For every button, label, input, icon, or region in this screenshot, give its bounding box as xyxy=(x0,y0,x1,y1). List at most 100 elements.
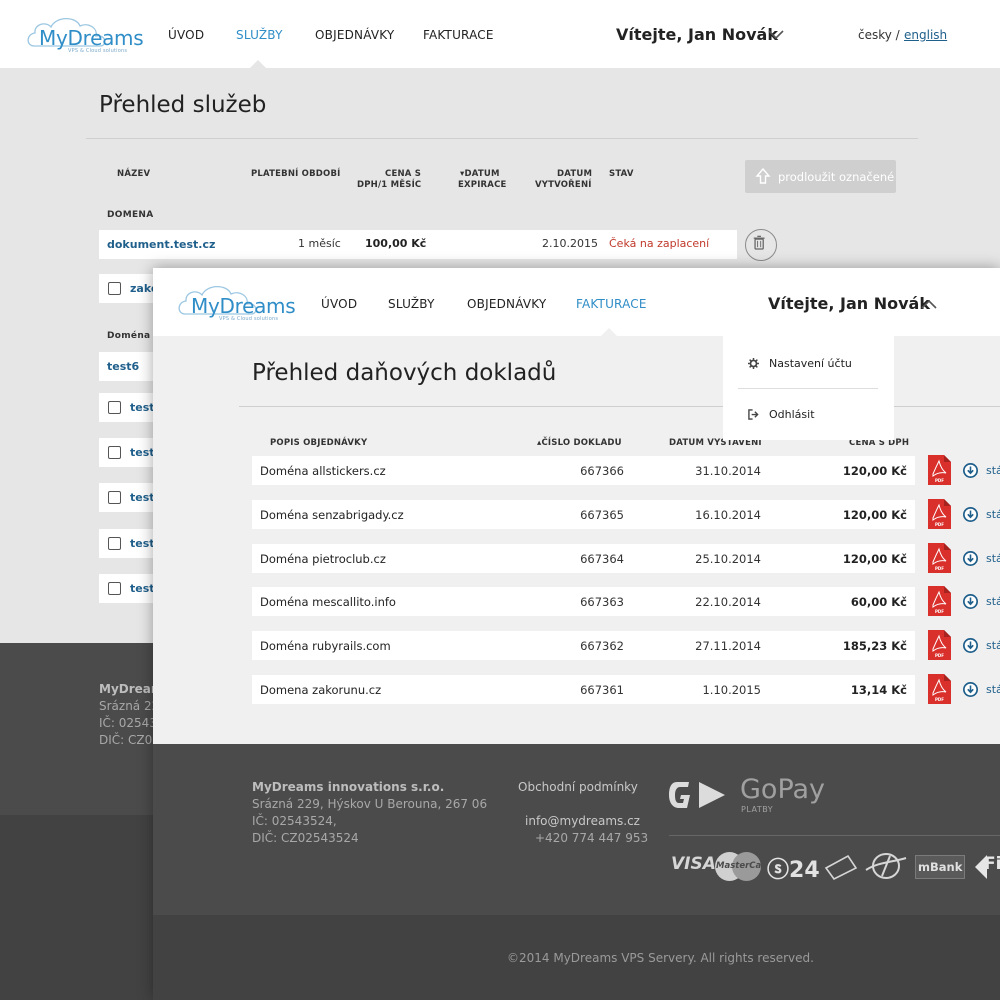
invoice-row[interactable]: Doména pietroclub.cz 667364 25.10.2014 120,… xyxy=(252,544,915,573)
row-checkbox[interactable] xyxy=(108,282,121,295)
download-icon[interactable] xyxy=(963,682,978,697)
pdf-icon[interactable]: PDF xyxy=(928,674,951,704)
download-icon[interactable] xyxy=(963,507,978,522)
footer-terms-link[interactable]: Obchodní podmínky xyxy=(518,779,638,796)
table-row[interactable]: test xyxy=(99,574,159,603)
invoice-number: 667361 xyxy=(580,683,624,697)
nav-uvod[interactable]: ÚVOD xyxy=(321,297,357,311)
download-link[interactable]: stá xyxy=(986,639,1000,652)
mbank-logo: mBank xyxy=(915,855,965,879)
service-name[interactable]: test xyxy=(130,491,155,504)
table-row[interactable]: test xyxy=(99,438,159,467)
invoice-price: 120,00 Kč xyxy=(842,508,907,522)
download-link[interactable]: stá xyxy=(986,508,1000,521)
trash-icon[interactable] xyxy=(745,229,777,261)
download-icon[interactable] xyxy=(963,638,978,653)
mydreams-logo[interactable]: MyDreams VPS & Cloud solutions xyxy=(177,280,296,322)
invoice-row[interactable]: Doména mescallito.info 667363 22.10.2014 60… xyxy=(252,587,915,616)
th-created-2[interactable]: VYTVOŘENÍ xyxy=(535,180,592,191)
service-status: Čeká na zaplacení xyxy=(609,237,710,250)
footer-dic: DIČ: CZ02543524 xyxy=(252,831,359,845)
footer-company: MyDreams innovations s.r.o. xyxy=(252,780,445,794)
service-price: 100,00 Kč xyxy=(365,237,427,250)
table-row[interactable]: dokument.test.cz 1 měsíc 100,00 Kč 2.10.… xyxy=(99,230,737,259)
nav-fakturace[interactable]: FAKTURACE xyxy=(576,297,647,311)
table-row[interactable]: zako xyxy=(99,274,159,303)
invoice-price: 120,00 Kč xyxy=(842,464,907,478)
pdf-icon[interactable]: PDF xyxy=(928,499,951,529)
th-period[interactable]: PLATEBNÍ OBDOBÍ xyxy=(251,169,341,180)
nav-objednavky[interactable]: OBJEDNÁVKY xyxy=(467,297,546,311)
service-name[interactable]: test xyxy=(130,537,155,550)
logo-tagline: VPS & Cloud solutions xyxy=(219,316,279,322)
menu-logout[interactable]: Odhlásit xyxy=(769,408,815,421)
service-name[interactable]: test xyxy=(130,446,155,459)
pdf-icon[interactable]: PDF xyxy=(928,586,951,616)
th-invoice-number[interactable]: ▴ČÍSLO DOKLADU xyxy=(537,438,622,449)
invoice-date: 22.10.2014 xyxy=(695,595,761,609)
download-icon[interactable] xyxy=(963,551,978,566)
row-checkbox[interactable] xyxy=(108,446,121,459)
table-row[interactable]: test6 xyxy=(99,352,159,381)
mydreams-logo[interactable]: MyDreams VPS & Cloud solutions xyxy=(26,12,144,54)
th-order-desc[interactable]: POPIS OBJEDNÁVKY xyxy=(270,438,367,449)
th-expiry-2[interactable]: EXPIRACE xyxy=(458,180,507,191)
lang-en[interactable]: english xyxy=(904,28,947,42)
nav-objednavky[interactable]: OBJEDNÁVKY xyxy=(315,28,394,42)
download-link[interactable]: stá xyxy=(986,552,1000,565)
welcome-user[interactable]: Vítejte, Jan Novák xyxy=(768,294,930,313)
invoice-desc: Doména senzabrigady.cz xyxy=(260,508,404,522)
th-created-1[interactable]: DATUM xyxy=(557,169,592,180)
download-link[interactable]: stá xyxy=(986,464,1000,477)
chevron-up-icon[interactable] xyxy=(921,299,937,309)
upload-arrow-icon xyxy=(755,168,771,184)
footer-email-link[interactable]: info@mydreams.cz xyxy=(525,813,640,830)
row-checkbox[interactable] xyxy=(108,401,121,414)
invoice-desc: Doména pietroclub.cz xyxy=(260,552,386,566)
pdf-icon[interactable]: PDF xyxy=(928,630,951,660)
service-name[interactable]: dokument.test.cz xyxy=(107,238,215,251)
logout-icon xyxy=(748,409,759,420)
nav-sluzby[interactable]: SLUŽBY xyxy=(236,28,283,42)
th-price-2[interactable]: DPH/1 MĚSÍC xyxy=(357,180,421,191)
front-footer: MyDreams innovations s.r.o. Srázná 229, … xyxy=(153,744,1000,915)
row-checkbox[interactable] xyxy=(108,582,121,595)
download-icon[interactable] xyxy=(963,463,978,478)
download-link[interactable]: stá xyxy=(986,683,1000,696)
th-expiry-1[interactable]: ▾DATUM xyxy=(460,169,500,180)
row-checkbox[interactable] xyxy=(108,491,121,504)
gopay-logo-icon xyxy=(669,782,725,808)
lang-cz[interactable]: česky / xyxy=(858,28,900,42)
th-price-1[interactable]: CENA S xyxy=(385,169,421,180)
invoice-row[interactable]: Doména rubyrails.com 667362 27.11.2014 185,… xyxy=(252,631,915,660)
invoice-desc: Doména allstickers.cz xyxy=(260,464,386,478)
chevron-down-icon[interactable] xyxy=(768,30,784,40)
table-row[interactable]: test xyxy=(99,393,159,422)
extend-selected-button[interactable]: prodloužit označené xyxy=(745,160,896,193)
invoice-row[interactable]: Doména allstickers.cz 667366 31.10.2014 120… xyxy=(252,456,915,485)
welcome-user[interactable]: Vítejte, Jan Novák xyxy=(616,25,778,44)
service-name[interactable]: test xyxy=(130,582,155,595)
fio-logo: Fi xyxy=(984,854,1000,874)
th-name[interactable]: NÁZEV xyxy=(117,169,150,180)
download-link[interactable]: stá xyxy=(986,595,1000,608)
title-divider xyxy=(86,138,918,139)
copyright-text: ©2014 MyDreams VPS Servery. All rights r… xyxy=(507,951,814,965)
download-icon[interactable] xyxy=(963,594,978,609)
service-name[interactable]: test6 xyxy=(107,360,139,373)
table-row[interactable]: test xyxy=(99,529,159,558)
nav-uvod[interactable]: ÚVOD xyxy=(168,28,204,42)
invoice-row[interactable]: Domena zakorunu.cz 667361 1.10.2015 13,14 K… xyxy=(252,675,915,704)
row-checkbox[interactable] xyxy=(108,537,121,550)
table-row[interactable]: test xyxy=(99,483,159,512)
th-status[interactable]: STAV xyxy=(609,169,634,180)
pdf-icon[interactable]: PDF xyxy=(928,455,951,485)
front-footer-bottom: ©2014 MyDreams VPS Servery. All rights r… xyxy=(153,915,1000,1000)
nav-sluzby[interactable]: SLUŽBY xyxy=(388,297,435,311)
menu-account-settings[interactable]: Nastavení účtu xyxy=(769,357,852,370)
pdf-icon[interactable]: PDF xyxy=(928,543,951,573)
nav-fakturace[interactable]: FAKTURACE xyxy=(423,28,494,42)
invoice-row[interactable]: Doména senzabrigady.cz 667365 16.10.2014 12… xyxy=(252,500,915,529)
service-name[interactable]: test xyxy=(130,401,155,414)
gopay-brand: GoPay xyxy=(740,774,826,805)
